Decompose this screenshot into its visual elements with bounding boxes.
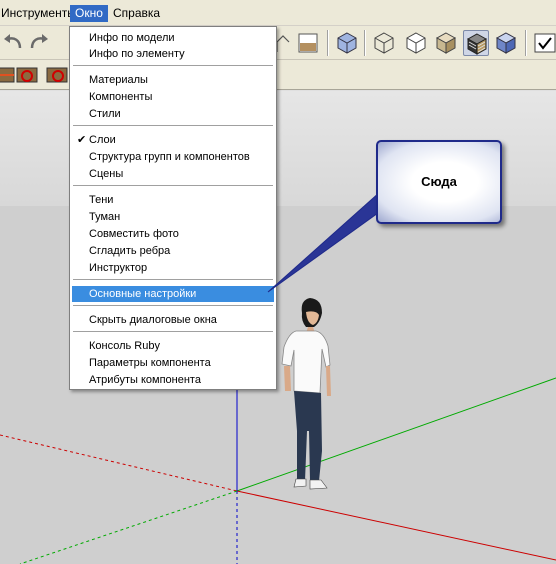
menu-separator bbox=[73, 185, 273, 187]
menu-item-component-attributes[interactable]: Атрибуты компонента bbox=[72, 372, 274, 388]
menu-item-label: Инфо по элементу bbox=[89, 48, 185, 60]
section-plane-button[interactable] bbox=[14, 62, 40, 88]
menu-separator bbox=[73, 125, 273, 127]
hidden-line-button[interactable] bbox=[403, 30, 429, 56]
section-cut-button[interactable] bbox=[44, 62, 70, 88]
menu-item-label: Туман bbox=[89, 211, 121, 223]
menu-item-model-info[interactable]: Инфо по модели bbox=[72, 30, 274, 46]
menu-item-label: Сцены bbox=[89, 168, 124, 180]
undo-button[interactable] bbox=[0, 30, 26, 56]
checkbox-icon bbox=[534, 33, 556, 53]
menu-item-label: Инфо по модели bbox=[89, 32, 175, 44]
menu-item-label: Совместить фото bbox=[89, 228, 179, 240]
menu-item-label: Инструктор bbox=[89, 262, 148, 274]
menu-bar: Инструменты Окно Справка bbox=[0, 0, 556, 26]
section-plane-icon bbox=[16, 67, 38, 83]
menu-separator bbox=[73, 331, 273, 333]
menu-item-instructor[interactable]: Инструктор bbox=[72, 260, 274, 276]
menu-item-styles[interactable]: Стили bbox=[72, 106, 274, 122]
menu-item-label: Атрибуты компонента bbox=[89, 374, 201, 386]
menu-item-label: Слои bbox=[89, 134, 116, 146]
callout-box: Сюда bbox=[376, 140, 502, 224]
menu-item-label: Структура групп и компонентов bbox=[89, 151, 250, 163]
toolbar-separator bbox=[364, 30, 366, 56]
menu-item-fog[interactable]: Туман bbox=[72, 209, 274, 225]
shaded-button[interactable] bbox=[433, 30, 459, 56]
hidden-line-cube-icon bbox=[406, 32, 426, 54]
wireframe-cube-icon bbox=[374, 32, 394, 54]
menu-item-soften-edges[interactable]: Сгладить ребра bbox=[72, 243, 274, 259]
checkbox-tool-button[interactable] bbox=[532, 30, 556, 56]
redo-icon bbox=[30, 34, 48, 49]
menu-separator bbox=[73, 305, 273, 307]
front-view-icon bbox=[298, 33, 318, 53]
menu-item-label: Основные настройки bbox=[89, 288, 197, 300]
check-mark-icon: ✔ bbox=[77, 134, 87, 146]
redo-button[interactable] bbox=[26, 30, 52, 56]
shaded-textures-button[interactable] bbox=[463, 30, 489, 56]
menu-tools[interactable]: Инструменты bbox=[0, 5, 81, 22]
textured-cube-icon bbox=[466, 33, 488, 55]
window-menu-dropdown: Инфо по модели Инфо по элементу Материал… bbox=[69, 26, 277, 390]
menu-item-scenes[interactable]: Сцены bbox=[72, 166, 274, 182]
menu-item-label: Параметры компонента bbox=[89, 357, 211, 369]
menu-window[interactable]: Окно bbox=[70, 5, 108, 22]
monochrome-button[interactable] bbox=[493, 30, 519, 56]
menu-item-layers[interactable]: ✔ Слои bbox=[72, 132, 274, 148]
callout-text: Сюда bbox=[421, 174, 457, 189]
menu-item-outliner[interactable]: Структура групп и компонентов bbox=[72, 149, 274, 165]
menu-item-label: Скрыть диалоговые окна bbox=[89, 314, 217, 326]
shaded-cube-icon bbox=[435, 32, 457, 54]
menu-help[interactable]: Справка bbox=[108, 5, 165, 22]
menu-item-label: Консоль Ruby bbox=[89, 340, 160, 352]
menu-item-label: Тени bbox=[89, 194, 114, 206]
menu-separator bbox=[73, 65, 273, 67]
wireframe-button[interactable] bbox=[371, 30, 397, 56]
menu-item-hide-dialogs[interactable]: Скрыть диалоговые окна bbox=[72, 312, 274, 328]
menu-separator bbox=[73, 279, 273, 281]
menu-item-label: Сгладить ребра bbox=[89, 245, 171, 257]
menu-item-component-options[interactable]: Параметры компонента bbox=[72, 355, 274, 371]
toolbar-separator bbox=[327, 30, 329, 56]
menu-item-match-photo[interactable]: Совместить фото bbox=[72, 226, 274, 242]
undo-icon bbox=[4, 34, 22, 49]
menu-item-components[interactable]: Компоненты bbox=[72, 89, 274, 105]
xray-button[interactable] bbox=[334, 30, 360, 56]
menu-item-shadows[interactable]: Тени bbox=[72, 192, 274, 208]
menu-item-materials[interactable]: Материалы bbox=[72, 72, 274, 88]
menu-item-preferences[interactable]: Основные настройки bbox=[72, 286, 274, 302]
menu-item-entity-info[interactable]: Инфо по элементу bbox=[72, 46, 274, 62]
front-view-button[interactable] bbox=[295, 30, 321, 56]
xray-cube-icon bbox=[337, 32, 357, 54]
monochrome-cube-icon bbox=[495, 32, 517, 54]
section-cut-icon bbox=[46, 67, 68, 83]
menu-item-ruby-console[interactable]: Консоль Ruby bbox=[72, 338, 274, 354]
menu-item-label: Материалы bbox=[89, 74, 148, 86]
menu-item-label: Компоненты bbox=[89, 91, 153, 103]
toolbar-separator bbox=[525, 30, 527, 56]
menu-item-label: Стили bbox=[89, 108, 121, 120]
